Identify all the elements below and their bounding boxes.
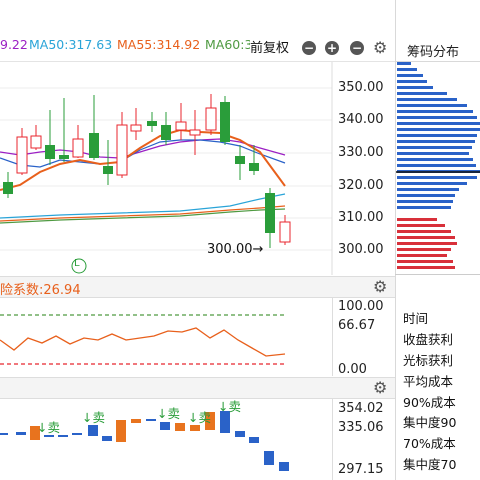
risk-indicator-chart[interactable] [0,298,332,376]
stat-average-cost: 平均成本 [403,374,454,389]
sell-signal: ↓卖 [82,410,105,425]
ma-label-1: 9.22 [0,37,28,52]
chip-distribution-chart [396,62,480,269]
ma55-line [0,205,286,222]
stat-70-cost: 70%成本 [403,436,456,451]
risk-y-tick-100: 100.00 [338,299,384,314]
stat-concentration-90: 集中度90 [403,415,457,430]
sell-signal: ↓卖 [37,420,60,435]
signal-panel-header [0,377,395,399]
y-tick-330: 330.00 [338,145,384,160]
y-tick-300: 300.00 [338,242,384,257]
ma-label-50: MA50:317.63 [29,37,113,52]
ma-label-60: MA60:3 [205,37,253,52]
risk-settings-gear-icon[interactable]: ⚙ [373,279,387,295]
stat-time: 时间 [403,311,429,326]
price-annotation: 300.00→ [207,242,264,257]
risk-y-tick-0: 0.00 [338,362,367,377]
risk-coefficient-label: 险系数:26.94 [0,283,81,298]
signal-settings-gear-icon[interactable]: ⚙ [373,380,387,396]
signal-y-tick-335: 335.06 [338,420,384,435]
y-tick-310: 310.00 [338,210,384,225]
sell-signal: ↓卖 [188,410,211,425]
collapse-icon[interactable]: − [350,41,364,55]
stat-concentration-70: 集中度70 [403,457,457,472]
ma50-line [0,193,286,219]
zoom-out-icon[interactable]: − [302,41,316,55]
settings-gear-icon[interactable]: ⚙ [373,40,387,56]
sell-signal: ↓卖 [218,399,241,414]
signal-y-tick-354: 354.02 [338,401,384,416]
y-tick-320: 320.00 [338,178,384,193]
low-marker-label: L [74,258,80,269]
stat-cursor-profit: 光标获利 [403,353,454,368]
chip-distribution-title: 筹码分布 [407,45,460,60]
ma-label-55: MA55:314.92 [117,37,201,52]
stat-close-profit: 收盘获利 [403,332,454,347]
risk-line [0,327,286,357]
candlestick-chart[interactable] [0,62,395,275]
adjust-mode-toggle[interactable]: 前复权 [250,37,290,56]
risk-y-tick-66: 66.67 [338,318,376,333]
sell-signal: ↓卖 [157,406,180,421]
y-tick-350: 350.00 [338,80,384,95]
zoom-in-icon[interactable]: + [325,41,339,55]
y-tick-340: 340.00 [338,112,384,127]
signal-y-tick-297: 297.15 [338,462,384,477]
stat-90-cost: 90%成本 [403,395,456,410]
